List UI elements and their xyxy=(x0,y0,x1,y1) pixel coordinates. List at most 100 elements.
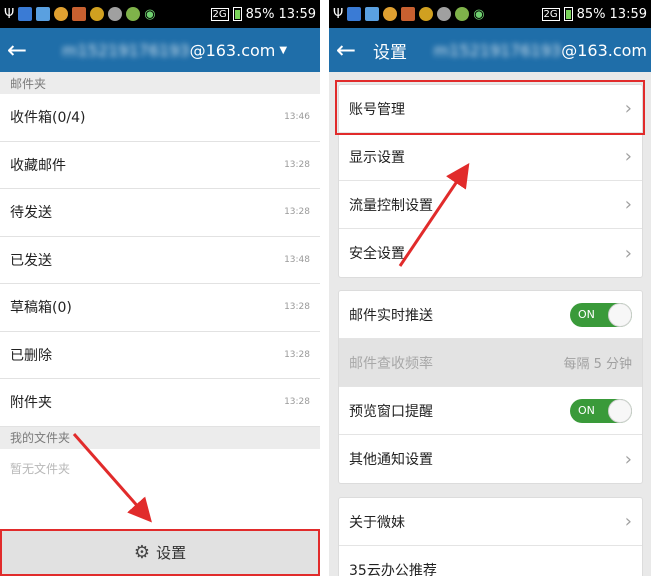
wifi-icon: ◉ xyxy=(473,6,485,22)
app-icon xyxy=(383,7,398,21)
toggle-knob xyxy=(608,302,632,327)
settings-row-about[interactable]: 关于微妹 › xyxy=(339,498,642,546)
obscured-account-name: m15219176193 xyxy=(433,40,562,60)
settings-row-frequency: 邮件查收频率 每隔 5 分钟 xyxy=(339,339,642,387)
app-icon xyxy=(108,7,123,21)
app-icon xyxy=(437,7,452,21)
settings-label: 设置 xyxy=(156,544,187,562)
folder-time: 13:28 xyxy=(284,349,310,360)
chevron-right-icon: › xyxy=(624,194,632,215)
row-label: 预览窗口提醒 xyxy=(349,403,433,420)
settings-row-display[interactable]: 显示设置 › xyxy=(339,133,642,181)
folder-row-sent[interactable]: 已发送 13:48 xyxy=(0,236,320,284)
app-icon xyxy=(18,7,33,21)
account-label: m15219176193 @163.com xyxy=(434,41,647,60)
account-domain: @163.com xyxy=(561,40,647,60)
toggle-on-label: ON xyxy=(578,308,595,321)
row-label: 流量控制设置 xyxy=(349,197,433,214)
folder-time: 13:28 xyxy=(284,397,310,408)
usb-icon: Ψ xyxy=(4,6,15,22)
clock: 13:59 xyxy=(278,6,316,22)
folder-time: 13:46 xyxy=(284,112,310,123)
back-arrow-icon[interactable]: ← xyxy=(329,28,363,72)
settings-button[interactable]: ⚙ 设置 xyxy=(0,529,320,576)
folder-time: 13:28 xyxy=(284,207,310,218)
app-icon xyxy=(401,7,416,21)
signal-icon: 2G xyxy=(210,7,229,21)
folder-row-outbox[interactable]: 待发送 13:28 xyxy=(0,189,320,237)
push-toggle[interactable]: ON xyxy=(570,302,632,327)
settings-group-about: 关于微妹 › 35云办公推荐 xyxy=(338,497,643,576)
right-screen: Ψ ◉ 2G 85% 13:59 ← 设置 m15219176193 @163.… xyxy=(329,0,651,576)
folder-label: 已删除 xyxy=(10,347,52,364)
folder-row-attachments[interactable]: 附件夹 13:28 xyxy=(0,379,320,427)
folder-list: 邮件夹 收件箱(0/4) 13:46 收藏邮件 13:28 待发送 13:28 … xyxy=(0,72,320,489)
preview-toggle[interactable]: ON xyxy=(570,398,632,423)
chevron-right-icon: › xyxy=(624,511,632,532)
empty-folders-text: 暂无文件夹 xyxy=(0,448,320,489)
page-title: 设置 xyxy=(373,42,407,63)
row-label: 其他通知设置 xyxy=(349,452,433,468)
folder-time: 13:28 xyxy=(284,302,310,313)
signal-icon: 2G xyxy=(541,7,560,21)
section-header-mailfolders: 邮件夹 xyxy=(0,72,320,94)
battery-percent: 85% xyxy=(245,6,275,22)
status-bar: Ψ ◉ 2G 85% 13:59 xyxy=(0,0,320,28)
row-label: 邮件实时推送 xyxy=(349,307,433,324)
folder-label: 待发送 xyxy=(10,205,52,222)
chevron-right-icon: › xyxy=(624,448,632,470)
clock: 13:59 xyxy=(609,6,647,22)
toggle-knob xyxy=(608,398,632,423)
chevron-down-icon: ▼ xyxy=(279,44,288,56)
folder-label: 收藏邮件 xyxy=(10,157,66,174)
app-icon xyxy=(455,7,470,21)
back-arrow-icon[interactable]: ← xyxy=(0,28,34,72)
status-bar: Ψ ◉ 2G 85% 13:59 xyxy=(329,0,651,28)
left-screen: Ψ ◉ 2G 85% 13:59 ← m15219176193 @163.com… xyxy=(0,0,320,576)
folder-row-deleted[interactable]: 已删除 13:28 xyxy=(0,331,320,379)
battery-percent: 85% xyxy=(576,6,606,22)
folder-row-drafts[interactable]: 草稿箱(0) 13:28 xyxy=(0,284,320,332)
folder-row-starred[interactable]: 收藏邮件 13:28 xyxy=(0,141,320,189)
highlight-box xyxy=(335,80,645,135)
settings-row-push[interactable]: 邮件实时推送 ON xyxy=(339,291,642,339)
settings-row-traffic[interactable]: 流量控制设置 › xyxy=(339,181,642,229)
row-label: 显示设置 xyxy=(349,149,405,166)
settings-group-notifications: 邮件实时推送 ON 邮件查收频率 每隔 5 分钟 预览窗口提醒 ON 其他通知设… xyxy=(338,290,643,484)
row-label: 安全设置 xyxy=(349,246,405,262)
battery-icon xyxy=(563,7,573,21)
folder-time: 13:28 xyxy=(284,159,310,170)
folder-time: 13:48 xyxy=(284,254,310,265)
toggle-on-label: ON xyxy=(578,404,595,417)
row-label: 关于微妹 xyxy=(349,514,405,531)
app-bar: ← m15219176193 @163.com ▼ xyxy=(0,28,320,72)
app-icon xyxy=(54,7,69,21)
calendar-icon xyxy=(365,7,380,21)
wifi-icon: ◉ xyxy=(144,6,156,22)
app-icon xyxy=(419,7,434,21)
app-bar: ← 设置 m15219176193 @163.com xyxy=(329,28,651,72)
chevron-right-icon: › xyxy=(624,242,632,264)
settings-row-security[interactable]: 安全设置 › xyxy=(339,229,642,277)
battery-icon xyxy=(232,7,242,21)
frequency-value: 每隔 5 分钟 xyxy=(563,357,632,372)
row-label: 邮件查收频率 xyxy=(349,355,433,372)
app-icon xyxy=(72,7,87,21)
app-icon xyxy=(90,7,105,21)
account-switcher[interactable]: m15219176193 @163.com ▼ xyxy=(62,41,287,60)
row-label: 35云办公推荐 xyxy=(349,563,437,576)
settings-row-preview[interactable]: 预览窗口提醒 ON xyxy=(339,387,642,435)
usb-icon: Ψ xyxy=(333,6,344,22)
gear-icon: ⚙ xyxy=(133,542,151,563)
obscured-account-name: m15219176193 xyxy=(62,40,190,60)
settings-row-other-notifications[interactable]: 其他通知设置 › xyxy=(339,435,642,483)
calendar-icon xyxy=(36,7,51,21)
folder-row-inbox[interactable]: 收件箱(0/4) 13:46 xyxy=(0,94,320,142)
folder-label: 草稿箱(0) xyxy=(10,300,72,317)
folder-label: 收件箱(0/4) xyxy=(10,110,86,127)
chevron-right-icon: › xyxy=(624,146,632,167)
settings-row-recommend[interactable]: 35云办公推荐 xyxy=(339,546,642,576)
app-icon xyxy=(347,7,362,21)
account-domain: @163.com xyxy=(189,40,276,60)
folder-label: 附件夹 xyxy=(10,395,52,412)
